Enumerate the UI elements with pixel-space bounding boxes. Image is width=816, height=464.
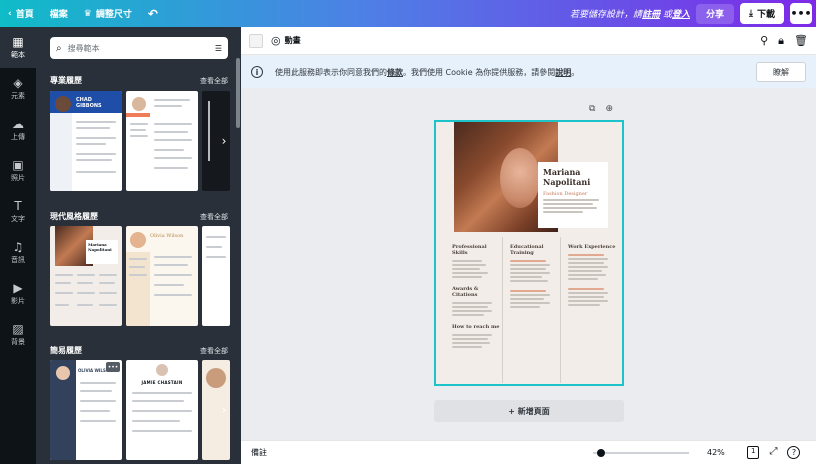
audio-icon: ♫ [12, 239, 24, 254]
bottom-bar: 備註 42% 1 ⤢ ? [241, 440, 816, 464]
download-icon: ⤓ [749, 8, 753, 19]
template-row-modern: Mariana Napolitani Olivia Wilson [50, 226, 230, 326]
file-menu[interactable]: 檔案 [42, 0, 76, 27]
template-thumbnail[interactable]: OLIVIA WILSON ••• [50, 360, 122, 460]
section-header-modern: 現代風格履歷 查看全部 [50, 212, 228, 222]
policy-link[interactable]: 說明 [555, 68, 571, 77]
template-row-simple: OLIVIA WILSON ••• JAMIE CHASTAIN [50, 360, 230, 460]
fullscreen-icon[interactable]: ⤢ [769, 446, 777, 459]
terms-link[interactable]: 條款 [387, 68, 403, 77]
upload-icon: ☁ [12, 116, 24, 131]
rail-item-text[interactable]: T 文字 [0, 191, 36, 232]
help-icon[interactable]: ? [787, 446, 801, 459]
rail-item-photos[interactable]: ▣ 照片 [0, 150, 36, 191]
delete-icon[interactable]: 🗑︎ [794, 34, 808, 48]
home-button[interactable]: ‹ 首頁 [0, 0, 42, 27]
chevron-right-icon[interactable]: › [217, 134, 231, 148]
skills-column[interactable]: Professional Skills Awards & Citations H… [452, 244, 500, 348]
lock-icon[interactable]: 🔒︎ [778, 34, 784, 48]
rail-item-uploads[interactable]: ☁ 上傳 [0, 109, 36, 150]
rail-item-video[interactable]: ▶ 影片 [0, 273, 36, 314]
search-input[interactable]: 搜尋範本 [68, 43, 100, 54]
background-icon: ▨ [12, 321, 24, 336]
experience-column[interactable]: Work Experience [568, 244, 616, 306]
side-rail: ▦ 範本 ◈ 元素 ☁ 上傳 ▣ 照片 T 文字 ♫ 音訊 ▶ 影片 ▨ 背景 [0, 27, 36, 464]
rail-item-audio[interactable]: ♫ 音訊 [0, 232, 36, 273]
design-page[interactable]: Mariana Napolitani Fashion Designer Profe… [434, 120, 624, 386]
template-thumbnail[interactable]: JAMIE CHASTAIN [126, 360, 198, 460]
paint-format-icon[interactable]: ⚲ [760, 34, 768, 48]
login-link[interactable]: 登入 [672, 10, 690, 20]
download-button[interactable]: ⤓ 下載 [740, 3, 784, 24]
video-icon: ▶ [13, 280, 23, 295]
rail-item-elements[interactable]: ◈ 元素 [0, 68, 36, 109]
cookie-ok-button[interactable]: 瞭解 [756, 62, 806, 82]
crown-icon: ♛ [83, 8, 92, 19]
view-all-link[interactable]: 查看全部 [200, 212, 228, 222]
zoom-slider-knob[interactable] [596, 449, 605, 457]
search-icon: ⌕ [56, 42, 62, 54]
panel-scrollbar[interactable] [236, 58, 240, 128]
more-icon[interactable]: ••• [106, 362, 120, 372]
search-box[interactable]: ⌕ 搜尋範本 ☰ [50, 37, 228, 59]
undo-icon: ↶ [147, 6, 158, 21]
template-thumbnail[interactable]: Mariana Napolitani [50, 226, 122, 326]
design-canvas: ⧉ ⊕ Mariana Napolitani Fashion Designer P… [241, 88, 816, 440]
template-panel: ⌕ 搜尋範本 ☰ 專業履歷 查看全部 CHAD GIBBONS › 現代風格履歷… [36, 27, 241, 464]
section-header-simple: 簡易履歷 查看全部 [50, 346, 228, 356]
add-page-icon[interactable]: ⊕ [605, 104, 613, 114]
register-link[interactable]: 註冊 [642, 10, 660, 20]
more-icon: ••• [790, 7, 812, 20]
filter-icon[interactable]: ☰ [215, 44, 222, 53]
rail-item-background[interactable]: ▨ 背景 [0, 314, 36, 355]
photo-icon: ▣ [12, 157, 24, 172]
cookie-text: 使用此服務即表示你同意我們的條款。我們使用 Cookie 為你提供服務，請參閱說… [275, 67, 580, 77]
background-color-swatch[interactable] [249, 33, 263, 48]
editor-toolbar: ◎ 動畫 ⚲ 🔒︎ 🗑︎ [241, 27, 816, 55]
template-icon: ▦ [12, 34, 24, 49]
animate-button[interactable]: ◎ 動畫 [271, 34, 301, 47]
chevron-right-icon[interactable]: › [217, 269, 231, 283]
text-icon: T [14, 198, 22, 213]
template-thumbnail[interactable] [126, 91, 198, 191]
page-tools: ⧉ ⊕ [589, 104, 613, 114]
undo-button[interactable]: ↶ [140, 0, 166, 27]
top-bar: ‹ 首頁 檔案 ♛ 調整尺寸 ↶ 若要儲存設計，請註冊 或登入 分享 ⤓ 下載 ••• [0, 0, 816, 27]
chevron-left-icon: ‹ [8, 8, 12, 19]
animate-icon: ◎ [271, 34, 281, 47]
view-all-link[interactable]: 查看全部 [200, 76, 228, 86]
template-thumbnail[interactable]: Olivia Wilson [126, 226, 198, 326]
education-column[interactable]: Educational Training [510, 244, 558, 308]
zoom-slider[interactable] [593, 449, 689, 457]
save-prompt: 若要儲存設計，請註冊 或登入 [570, 10, 690, 20]
rail-item-templates[interactable]: ▦ 範本 [0, 27, 36, 68]
cookie-banner: i 使用此服務即表示你同意我們的條款。我們使用 Cookie 為你提供服務，請參… [241, 56, 816, 88]
template-row-professional: CHAD GIBBONS [50, 91, 230, 191]
template-thumbnail[interactable]: CHAD GIBBONS [50, 91, 122, 191]
duplicate-page-icon[interactable]: ⧉ [589, 104, 595, 114]
section-header-professional: 專業履歷 查看全部 [50, 76, 228, 86]
info-icon: i [251, 66, 263, 78]
share-button[interactable]: 分享 [695, 3, 734, 24]
chevron-right-icon[interactable]: › [217, 403, 231, 417]
add-page-button[interactable]: + 新增頁面 [434, 400, 624, 422]
zoom-level[interactable]: 42% [707, 448, 725, 457]
elements-icon: ◈ [13, 75, 23, 90]
more-options-button[interactable]: ••• [790, 3, 812, 24]
name-box[interactable]: Mariana Napolitani Fashion Designer [538, 162, 608, 228]
view-all-link[interactable]: 查看全部 [200, 346, 228, 356]
page-count-icon[interactable]: 1 [747, 446, 760, 459]
resize-button[interactable]: ♛ 調整尺寸 [76, 0, 140, 27]
notes-button[interactable]: 備註 [251, 447, 267, 458]
